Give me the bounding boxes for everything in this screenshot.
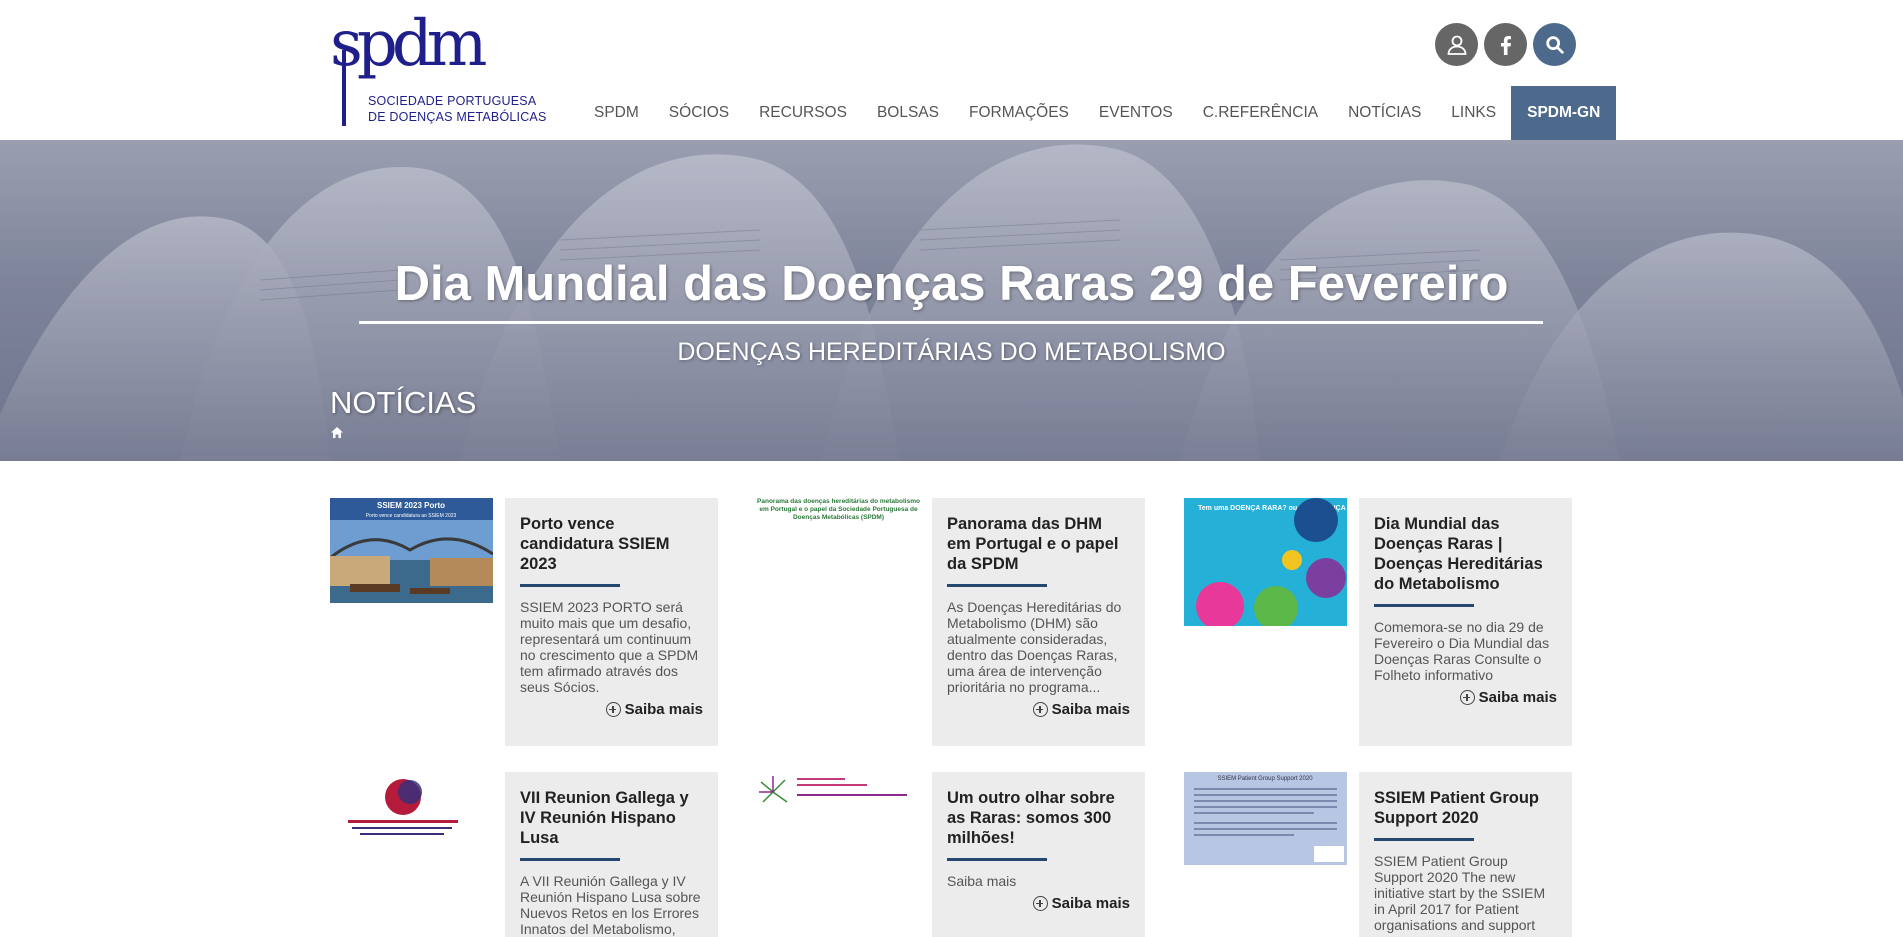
news-excerpt: SSIEM 2023 PORTO será muito mais que um … — [520, 599, 699, 695]
hero-subtitle: DOENÇAS HEREDITÁRIAS DO METABOLISMO — [677, 338, 1226, 366]
nav-item-spdm[interactable]: SPDM — [579, 86, 654, 140]
hero-divider — [359, 321, 1543, 324]
news-title[interactable]: Porto vence candidatura SSIEM 2023 — [520, 514, 703, 574]
read-more-link[interactable]: Saiba mais — [1032, 895, 1130, 912]
news-thumbnail[interactable]: SSIEM Patient Group Support 2020 — [1184, 772, 1347, 865]
nav-item-bolsas[interactable]: BOLSAS — [862, 86, 954, 140]
nav-item-formacoes[interactable]: FORMAÇÕES — [954, 86, 1084, 140]
thumb-6-title: SSIEM Patient Group Support 2020 — [1217, 776, 1313, 782]
plus-circle-icon — [605, 702, 621, 717]
nav-item-socios[interactable]: SÓCIOS — [654, 86, 744, 140]
title-underline — [947, 858, 1047, 861]
thumb-1-subheading: Porto vence candidatura ao SSIEM 2023 — [366, 513, 457, 519]
read-more-label: Saiba mais — [1051, 701, 1130, 718]
news-title[interactable]: SSIEM Patient Group Support 2020 — [1374, 788, 1557, 828]
news-thumbnail[interactable] — [330, 772, 493, 847]
thumb-2-caption: Panorama das doenças hereditárias do met… — [757, 498, 920, 521]
news-thumbnail[interactable] — [757, 772, 920, 812]
logo-text-line1: SOCIEDADE PORTUGUESA — [368, 94, 537, 108]
facebook-icon[interactable] — [1484, 23, 1527, 66]
news-excerpt: SSIEM Patient Group Support 2020 The new… — [1374, 853, 1546, 937]
site-logo[interactable]: spdm SOCIEDADE PORTUGUESA DE DOENÇAS MET… — [330, 7, 546, 126]
logo-text-line2: DE DOENÇAS METABÓLICAS — [368, 110, 547, 124]
news-thumbnail[interactable]: Tem uma DOENÇA RARA? ou uma DOENÇA METAB… — [1184, 498, 1447, 630]
news-thumbnail[interactable]: SSIEM 2023 Porto Porto vence candidatura… — [329, 498, 494, 603]
read-more-label: Saiba mais — [1051, 895, 1130, 912]
read-more-link[interactable]: Saiba mais — [1459, 689, 1557, 706]
top-icon-group — [1435, 23, 1576, 66]
read-more-link[interactable]: Saiba mais — [605, 701, 703, 718]
news-card-body: VII Reunion Gallega y IV Reunión Hispano… — [505, 772, 718, 937]
nav-item-recursos[interactable]: RECURSOS — [744, 86, 862, 140]
logo-mark: spdm — [330, 7, 487, 81]
news-card-body: Porto vence candidatura SSIEM 2023 SSIEM… — [505, 498, 718, 746]
news-card-body: Panorama das DHM em Portugal e o papel d… — [932, 498, 1145, 746]
plus-circle-icon — [1032, 896, 1048, 911]
title-underline — [1374, 838, 1474, 841]
nav-item-eventos[interactable]: EVENTOS — [1084, 86, 1188, 140]
thumb-1-heading: SSIEM 2023 Porto — [377, 501, 445, 510]
read-more-link[interactable]: Saiba mais — [1032, 701, 1130, 718]
news-title[interactable]: Um outro olhar sobre as Raras: somos 300… — [947, 788, 1130, 848]
title-underline — [947, 584, 1047, 587]
user-icon[interactable] — [1435, 23, 1478, 66]
site-header: spdm SOCIEDADE PORTUGUESA DE DOENÇAS MET… — [0, 0, 1903, 140]
news-card-body: SSIEM Patient Group Support 2020 SSIEM P… — [1359, 772, 1572, 937]
read-more-label: Saiba mais — [1478, 689, 1557, 706]
nav-item-noticias[interactable]: NOTÍCIAS — [1333, 86, 1436, 140]
news-excerpt: Saiba mais — [947, 873, 1017, 889]
main-nav: SPDM SÓCIOS RECURSOS BOLSAS FORMAÇÕES EV… — [579, 86, 1617, 140]
plus-circle-icon — [1032, 702, 1048, 717]
hero-title: Dia Mundial das Doenças Raras 29 de Feve… — [394, 257, 1509, 311]
read-more-label: Saiba mais — [624, 701, 703, 718]
title-underline — [520, 858, 620, 861]
news-thumbnail[interactable]: Panorama das doenças hereditárias do met… — [757, 498, 920, 528]
news-excerpt: Comemora-se no dia 29 de Fevereiro o Dia… — [1374, 619, 1550, 683]
nav-item-links[interactable]: LINKS — [1436, 86, 1511, 140]
news-excerpt: A VII Reunión Gallega y IV Reunión Hispa… — [520, 873, 701, 937]
news-card-body: Um outro olhar sobre as Raras: somos 300… — [932, 772, 1145, 937]
hero-banner: Dia Mundial das Doenças Raras 29 de Feve… — [0, 140, 1903, 461]
news-title[interactable]: VII Reunion Gallega y IV Reunión Hispano… — [520, 788, 703, 848]
news-title[interactable]: Dia Mundial das Doenças Raras | Doenças … — [1374, 514, 1557, 594]
title-underline — [1374, 604, 1474, 607]
news-excerpt: As Doenças Hereditárias do Metabolismo (… — [947, 599, 1122, 695]
title-underline — [520, 584, 620, 587]
news-card-body: Dia Mundial das Doenças Raras | Doenças … — [1359, 498, 1572, 746]
news-title[interactable]: Panorama das DHM em Portugal e o papel d… — [947, 514, 1130, 574]
nav-item-c-referencia[interactable]: C.REFERÊNCIA — [1188, 86, 1333, 140]
nav-item-spdm-gn[interactable]: SPDM-GN — [1511, 86, 1617, 140]
search-icon[interactable] — [1533, 23, 1576, 66]
section-title: NOTÍCIAS — [330, 385, 477, 420]
plus-circle-icon — [1459, 690, 1475, 705]
home-icon[interactable] — [330, 426, 344, 444]
